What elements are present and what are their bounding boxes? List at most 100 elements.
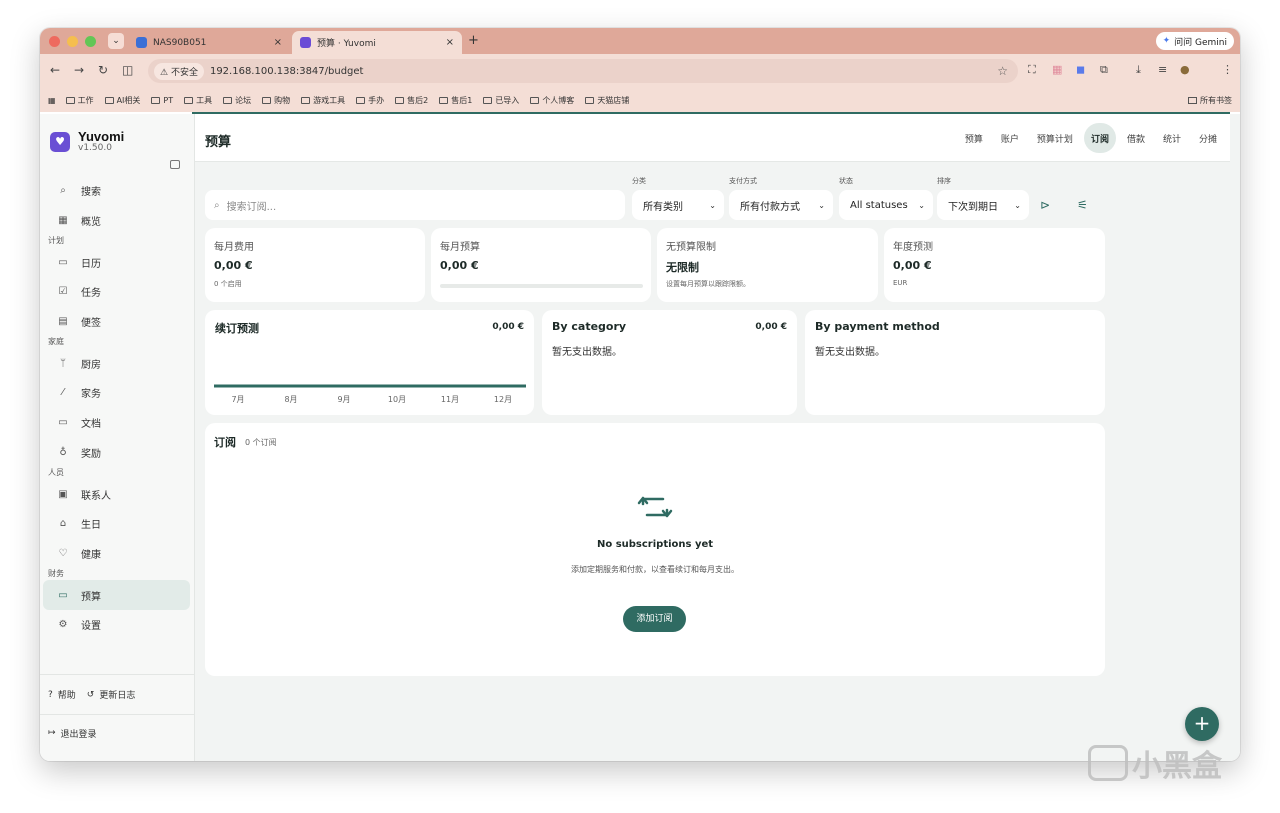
sidebar-item[interactable]: ⚙ 设置 <box>43 610 190 640</box>
sidebar-item[interactable]: ▦ 概览 <box>43 206 190 236</box>
sidebar-item[interactable]: ⌕ 搜索 <box>43 176 190 206</box>
renewal-forecast-card: 续订预测 0,00 € 7月 8月 9月 10月 11月 12月 <box>205 310 534 415</box>
extension-icon[interactable]: ▦ <box>1052 63 1062 76</box>
bookmark-item[interactable]: AI相关 <box>104 95 141 106</box>
sidebar-item[interactable]: ⁄ 家务 <box>43 378 190 408</box>
sidebar-item-label: 厨房 <box>81 359 101 371</box>
bookmark-item[interactable]: 工具 <box>184 95 212 106</box>
browser-menu-icon[interactable]: ⋮ <box>1222 63 1233 76</box>
header-tab[interactable]: 统计 <box>1156 123 1188 153</box>
close-window-button[interactable] <box>49 36 60 47</box>
header-tab[interactable]: 借款 <box>1120 123 1152 153</box>
header-tab[interactable]: 账户 <box>994 123 1026 153</box>
sidebar-item[interactable]: ▭ 日历 <box>43 247 190 277</box>
new-tab-button[interactable]: + <box>468 33 479 48</box>
sidebar-item[interactable]: ♁ 奖励 <box>43 438 190 468</box>
gemini-button[interactable]: ✦ 问问 Gemini <box>1155 32 1234 50</box>
extensions-puzzle-icon[interactable]: ⧉ <box>1100 63 1108 77</box>
security-indicator[interactable]: ⚠ 不安全 <box>154 62 204 80</box>
header-tab[interactable]: 预算计划 <box>1030 123 1080 153</box>
bookmark-label: 个人博客 <box>542 95 575 105</box>
add-fab-button[interactable]: + <box>1185 707 1219 741</box>
logout-button[interactable]: ↦ 退出登录 <box>40 715 195 751</box>
add-subscription-button[interactable]: 添加订阅 <box>623 606 686 632</box>
bookmark-item[interactable]: 手办 <box>356 95 384 106</box>
profile-avatar-icon[interactable]: ● <box>1180 63 1190 76</box>
bookmark-label: AI相关 <box>116 95 141 105</box>
sidebar-item[interactable]: ♡ 健康 <box>43 539 190 569</box>
forward-icon[interactable]: → <box>74 63 84 77</box>
folder-icon: ▭ <box>58 417 68 429</box>
bookmark-item[interactable]: 个人博客 <box>530 95 574 106</box>
browser-tab-budget[interactable]: 预算 · Yuvomi × <box>292 31 462 54</box>
bookmark-item[interactable]: 已导入 <box>483 95 519 106</box>
bookmark-item[interactable]: 工作 <box>65 95 94 106</box>
sort-select[interactable]: 下次到期日 ⌄ <box>937 190 1029 220</box>
close-tab-icon[interactable]: × <box>446 37 454 48</box>
header-tab[interactable]: 订阅 <box>1083 123 1116 153</box>
split-view-icon[interactable]: ◫ <box>122 63 133 77</box>
page-header: 预算 预算 账户 预算计划 订阅 借款 统计 分摊 <box>195 114 1230 162</box>
apps-grid-icon[interactable]: ▦ <box>48 96 56 105</box>
month-tick-label: 12月 <box>494 395 512 404</box>
brand-name: Yuvomi <box>78 129 125 144</box>
folder-icon <box>184 96 194 104</box>
bookmark-item[interactable]: 购物 <box>262 95 290 106</box>
bookmark-item[interactable]: 售后1 <box>439 95 472 106</box>
status-select[interactable]: All statuses ⌄ <box>839 190 933 220</box>
payment-method-select[interactable]: 所有付款方式 ⌄ <box>729 190 833 220</box>
tags-icon[interactable]: ⊳ <box>1040 198 1050 212</box>
folder-icon <box>301 96 311 104</box>
search-input[interactable]: ⌕ 搜索订阅... <box>205 190 625 220</box>
close-tab-icon[interactable]: × <box>274 37 282 48</box>
month-tick-label: 8月 <box>284 395 297 404</box>
omnibox[interactable]: ⚠ 不安全 192.168.100.138:3847/budget ☆ <box>148 59 1018 83</box>
sidebar-item[interactable]: ⌂ 生日 <box>43 509 190 539</box>
stat-label: 每月费用 <box>214 242 254 253</box>
category-select[interactable]: 所有类别 ⌄ <box>632 190 724 220</box>
all-bookmarks[interactable]: 所有书签 <box>1188 95 1232 106</box>
collapse-sidebar-icon[interactable] <box>170 160 180 169</box>
brand[interactable]: ♥ Yuvomi v1.50.0 <box>50 130 124 153</box>
bookmark-label: 售后1 <box>451 95 473 105</box>
filter-settings-icon[interactable]: ⚟ <box>1077 198 1088 212</box>
sidebar-item[interactable]: ▣ 联系人 <box>43 479 190 509</box>
extension-icon[interactable]: ⛶ <box>1028 63 1036 77</box>
subscriptions-card: 订阅 0 个订阅 No subscriptions yet 添加定期服务和付款，… <box>205 423 1105 676</box>
sidebar-item[interactable]: ▤ 便签 <box>43 307 190 337</box>
url-text[interactable]: 192.168.100.138:3847/budget <box>210 66 364 77</box>
sidebar-item-label: 家务 <box>81 389 101 401</box>
bookmark-item[interactable]: 天猫店铺 <box>585 95 629 106</box>
address-bar-row: ← → ↻ ◫ ⚠ 不安全 192.168.100.138:3847/budge… <box>40 54 1240 88</box>
folder-icon <box>530 96 540 104</box>
sidebar-item[interactable]: ▭ 文档 <box>43 408 190 438</box>
empty-state-title: No subscriptions yet <box>596 539 714 550</box>
extension-icon[interactable]: ◼ <box>1076 63 1085 76</box>
bookmark-item[interactable]: 售后2 <box>395 95 428 106</box>
sidebar-item[interactable]: ☑ 任务 <box>43 277 190 307</box>
help-link[interactable]: 帮助 <box>58 688 76 701</box>
bookmark-item[interactable]: PT <box>151 95 173 106</box>
changelog-link[interactable]: 更新日志 <box>99 688 135 701</box>
download-icon[interactable]: ⤓ <box>1136 63 1141 77</box>
reload-icon[interactable]: ↻ <box>98 63 108 77</box>
sidebar-item[interactable]: ᛘ 厨房 <box>43 348 190 378</box>
chevron-down-icon: ⌄ <box>709 200 716 210</box>
header-tab[interactable]: 分摊 <box>1192 123 1224 153</box>
contact-icon: ▣ <box>58 488 68 500</box>
maximize-window-button[interactable] <box>85 36 96 47</box>
bookmark-item[interactable]: 论坛 <box>223 95 251 106</box>
header-tab[interactable]: 预算 <box>958 123 990 153</box>
bookmark-label: 售后2 <box>407 95 429 105</box>
bookmark-item[interactable]: 游戏工具 <box>301 95 345 106</box>
sidebar-item[interactable]: ▭ 预算 <box>43 580 190 610</box>
reading-list-icon[interactable]: ≡ <box>1158 63 1167 76</box>
gemini-label: 问问 Gemini <box>1174 37 1227 48</box>
bookmark-label: 游戏工具 <box>313 95 346 105</box>
browser-tab-nas[interactable]: NAS90B051 × <box>128 31 290 54</box>
bookmark-star-icon[interactable]: ☆ <box>997 64 1008 78</box>
minimize-window-button[interactable] <box>67 36 78 47</box>
tab-search-button[interactable]: ⌄ <box>108 33 124 49</box>
back-icon[interactable]: ← <box>50 63 60 77</box>
annual-forecast-card: 年度预测 0,00 € EUR <box>884 228 1105 302</box>
